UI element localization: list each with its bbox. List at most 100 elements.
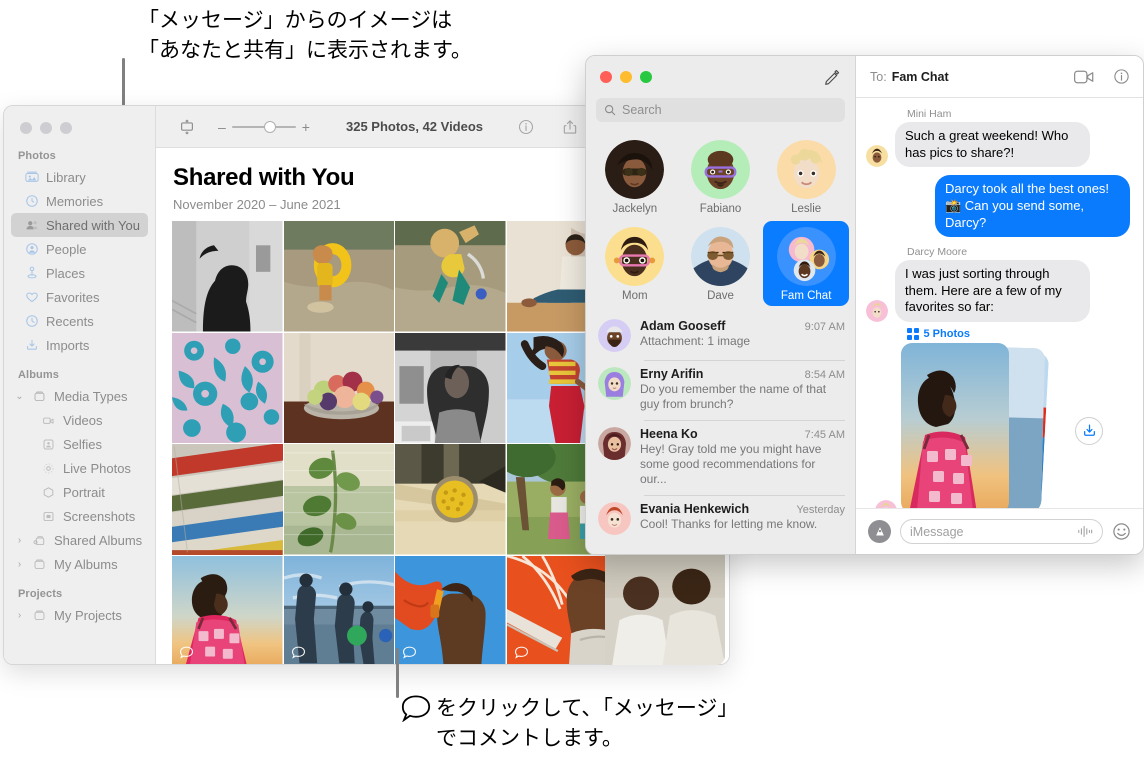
- slideshow-icon[interactable]: [178, 118, 196, 136]
- photo-cell[interactable]: [395, 444, 506, 555]
- pinned-mom[interactable]: Mom: [592, 221, 678, 306]
- info-icon[interactable]: [1113, 68, 1130, 85]
- sidebar-item-selfies[interactable]: Selfies: [11, 432, 148, 456]
- conversation-row[interactable]: Erny Arifin 8:54 AM Do you remember the …: [586, 360, 855, 420]
- comment-badge-icon[interactable]: [179, 646, 194, 659]
- photo-cell[interactable]: [172, 555, 283, 664]
- photo-cell[interactable]: [283, 444, 394, 555]
- chevron-down-icon[interactable]: ⌄: [14, 391, 25, 402]
- avatar: [598, 502, 631, 535]
- avatar: [875, 500, 897, 508]
- compose-icon[interactable]: [824, 69, 841, 86]
- zoom-button[interactable]: [60, 122, 72, 134]
- sidebar-item-screenshots[interactable]: Screenshots: [11, 504, 148, 528]
- pinned-fam-chat[interactable]: Fam Chat: [763, 221, 849, 306]
- conversation-name: Erny Arifin: [640, 367, 704, 381]
- sidebar-item-recents[interactable]: Recents: [11, 309, 148, 333]
- photo-cell[interactable]: [172, 332, 283, 443]
- zoom-knob[interactable]: [263, 120, 276, 133]
- sidebar-item-shared-albums[interactable]: › Shared Albums: [11, 528, 148, 552]
- sidebar-item-label: Places: [46, 265, 86, 281]
- sidebar-item-my-projects[interactable]: › My Projects: [11, 603, 148, 627]
- photo-cell[interactable]: [395, 555, 506, 664]
- comment-badge-icon[interactable]: [402, 646, 417, 659]
- photo-cell-extra[interactable]: [605, 553, 725, 665]
- zoom-slider[interactable]: – +: [218, 119, 310, 135]
- avatar: [866, 300, 888, 322]
- conversation-row[interactable]: Adam Gooseff 9:07 AM Attachment: 1 image: [586, 312, 855, 360]
- conversation-top: Erny Arifin 8:54 AM: [640, 367, 845, 381]
- stack-card-front[interactable]: [901, 343, 1009, 508]
- chevron-right-icon[interactable]: ›: [14, 610, 25, 621]
- message-bubble[interactable]: Such a great weekend! Who has pics to sh…: [895, 122, 1090, 168]
- pinned-fabiano[interactable]: Fabiano: [678, 134, 764, 219]
- sidebar-item-imports[interactable]: Imports: [11, 333, 148, 357]
- minimize-button[interactable]: [40, 122, 52, 134]
- close-button[interactable]: [20, 122, 32, 134]
- avatar: [690, 140, 750, 199]
- info-icon[interactable]: [517, 118, 535, 136]
- pinned-label: Dave: [707, 290, 734, 302]
- photo-cell[interactable]: [395, 332, 506, 443]
- photo-cell[interactable]: [283, 332, 394, 443]
- photo-stack-row: [866, 343, 1130, 508]
- zoom-track[interactable]: [231, 120, 296, 133]
- conversation-row[interactable]: Heena Ko 7:45 AM Hey! Gray told me you m…: [586, 420, 855, 495]
- chevron-right-icon[interactable]: ›: [14, 535, 25, 546]
- photo-cell[interactable]: [283, 221, 394, 332]
- pinned-label: Fam Chat: [780, 290, 832, 302]
- conversation-body: Adam Gooseff 9:07 AM Attachment: 1 image: [640, 319, 845, 352]
- message-bubble[interactable]: I was just sorting through them. Here ar…: [895, 260, 1090, 322]
- pinned-leslie[interactable]: Leslie: [763, 134, 849, 219]
- audio-waveform-icon[interactable]: [1077, 525, 1093, 538]
- pinned-jackelyn[interactable]: Jackelyn: [592, 134, 678, 219]
- photo-cell[interactable]: [283, 555, 394, 664]
- sidebar-item-videos[interactable]: Videos: [11, 408, 148, 432]
- conversation-row[interactable]: Evania Henkewich Yesterday Cool! Thanks …: [586, 495, 855, 543]
- comment-badge-icon[interactable]: [291, 646, 306, 659]
- sidebar-item-media-types[interactable]: ⌄ Media Types: [11, 384, 148, 408]
- photo-stack[interactable]: [875, 343, 1051, 508]
- imessage-input[interactable]: iMessage: [900, 519, 1103, 544]
- minimize-button[interactable]: [620, 71, 632, 83]
- sidebar-item-people[interactable]: People: [11, 237, 148, 261]
- sidebar-item-memories[interactable]: Memories: [11, 189, 148, 213]
- sidebar-item-portrait[interactable]: Portrait: [11, 480, 148, 504]
- zoom-out-label[interactable]: –: [218, 119, 226, 135]
- message-bubble[interactable]: Darcy took all the best ones! 📸 Can you …: [935, 175, 1130, 238]
- download-icon[interactable]: [1075, 416, 1103, 445]
- zoom-in-label[interactable]: +: [302, 119, 310, 135]
- zoom-button[interactable]: [640, 71, 652, 83]
- pinned-label: Fabiano: [699, 203, 742, 215]
- conversation-body: Evania Henkewich Yesterday Cool! Thanks …: [640, 502, 845, 535]
- folder-icon: [32, 557, 47, 572]
- sidebar-item-label: Shared with You: [46, 217, 140, 233]
- sidebar-item-my-albums[interactable]: › My Albums: [11, 552, 148, 576]
- pinned-label: Leslie: [791, 203, 822, 215]
- emoji-icon[interactable]: [1112, 522, 1131, 541]
- recipient-name[interactable]: Fam Chat: [892, 70, 949, 84]
- messages-titlebar: [586, 56, 855, 98]
- photos-window-controls[interactable]: [4, 113, 155, 146]
- sidebar-item-shared-with-you[interactable]: Shared with You: [11, 213, 148, 237]
- sidebar-item-library[interactable]: Library: [11, 165, 148, 189]
- messages-window-controls[interactable]: [600, 71, 652, 83]
- photo-cell[interactable]: [506, 555, 617, 664]
- photo-cell[interactable]: [172, 221, 283, 332]
- apps-store-icon[interactable]: [868, 520, 891, 543]
- photo-cell[interactable]: [172, 444, 283, 555]
- sidebar-item-favorites[interactable]: Favorites: [11, 285, 148, 309]
- messages-window: Search Jackelyn Fabiano Leslie Mom Dave …: [585, 55, 1144, 555]
- facetime-video-icon[interactable]: [1074, 70, 1094, 84]
- photo-cell[interactable]: [395, 221, 506, 332]
- share-icon[interactable]: [561, 118, 579, 136]
- close-button[interactable]: [600, 71, 612, 83]
- conversation-time: Yesterday: [796, 504, 845, 516]
- comment-badge-icon[interactable]: [514, 646, 529, 659]
- sidebar-item-places[interactable]: Places: [11, 261, 148, 285]
- avatar-group: [776, 227, 836, 286]
- pinned-dave[interactable]: Dave: [678, 221, 764, 306]
- chevron-right-icon[interactable]: ›: [14, 559, 25, 570]
- sidebar-item-live-photos[interactable]: Live Photos: [11, 456, 148, 480]
- search-input[interactable]: Search: [596, 98, 845, 122]
